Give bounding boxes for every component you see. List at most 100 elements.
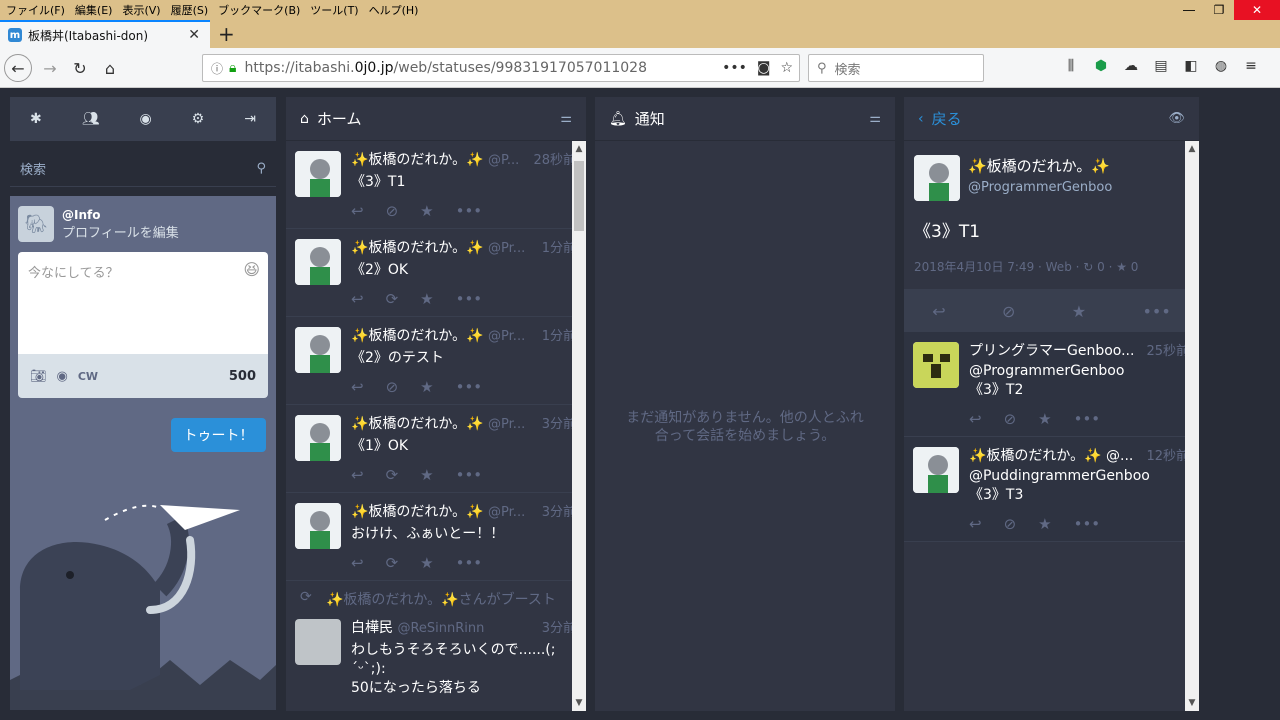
favourite-star-icon[interactable]: ★ <box>1038 515 1051 533</box>
boost-icon[interactable]: ⟳ <box>386 290 399 308</box>
avatar[interactable] <box>913 342 959 388</box>
library-icon[interactable]: ⫼ <box>1062 58 1080 74</box>
edit-profile-link[interactable]: プロフィールを編集 <box>62 222 179 241</box>
timestamp[interactable]: 3分前 <box>542 501 576 520</box>
boost-icon[interactable]: ⟳ <box>386 466 399 484</box>
boost-note-text[interactable]: ✨板橋のだれか。✨さんがブースト <box>326 592 556 608</box>
display-name[interactable]: ✨板橋のだれか。✨ <box>351 152 484 168</box>
timestamp[interactable]: 12秒前 <box>1146 445 1189 464</box>
display-name[interactable]: ✨板橋のだれか。✨ @... <box>969 448 1133 464</box>
extension-cloud-icon[interactable]: ☁ <box>1122 58 1140 74</box>
status-meta[interactable]: 2018年4月10日 7:49 · Web · ↻ 0 · ★ 0 <box>914 258 1189 275</box>
camera-icon[interactable]: 📷︎ <box>30 369 47 384</box>
reply-icon[interactable]: ↩ <box>351 554 364 572</box>
logout-icon[interactable]: ⇥ <box>244 111 256 127</box>
menu-history[interactable]: 履歴(S) <box>171 2 209 18</box>
reply-all-icon[interactable]: ↩ <box>969 515 982 533</box>
scroll-up-icon[interactable]: ▲ <box>1185 141 1199 157</box>
menu-edit[interactable]: 編集(E) <box>75 2 113 18</box>
tab-close-icon[interactable]: ✕ <box>188 27 200 43</box>
display-name[interactable]: ✨板橋のだれか。✨ <box>351 416 484 432</box>
favourite-star-icon[interactable]: ★ <box>1072 302 1086 321</box>
favourite-star-icon[interactable]: ★ <box>420 466 433 484</box>
reply-icon[interactable]: ↩ <box>351 202 364 220</box>
more-icon[interactable]: ••• <box>1074 410 1101 428</box>
notifications-header[interactable]: 🔔︎ 通知 ⚌ <box>595 97 895 141</box>
favourite-star-icon[interactable]: ★ <box>420 378 433 396</box>
reply-status[interactable]: プリングラマーGenboo... 25秒前 @ProgrammerGenboo 《… <box>904 332 1199 437</box>
display-name[interactable]: プリングラマーGenboo... <box>969 343 1134 359</box>
browser-tab[interactable]: m 板橋丼(Itabashi-don) ✕ <box>0 20 210 48</box>
compose-textarea[interactable]: 今なにしてる？ 😆︎ <box>18 252 268 354</box>
forward-arrow-icon[interactable]: → <box>36 54 64 82</box>
home-header[interactable]: ⌂ ホーム ⚌ <box>286 97 586 141</box>
column-settings-icon[interactable]: ⚌ <box>869 111 881 126</box>
avatar[interactable] <box>295 151 341 197</box>
column-settings-icon[interactable]: ⚌ <box>560 111 572 126</box>
extension-shield-icon[interactable]: ⬢ <box>1092 58 1110 74</box>
favourite-star-icon[interactable]: ★ <box>1038 410 1051 428</box>
emoji-picker-icon[interactable]: 😆︎ <box>243 260 260 279</box>
avatar[interactable] <box>914 155 960 201</box>
status-item[interactable]: ✨板橋のだれか。✨ @Pr... 1分前 《2》のテスト ↩ ⊘ ★ ••• <box>286 317 586 405</box>
restore-icon[interactable]: ❐ <box>1204 0 1234 20</box>
federated-timeline-icon[interactable]: ◉ <box>139 111 151 127</box>
back-arrow-icon[interactable]: ← <box>4 54 32 82</box>
reply-all-icon[interactable]: ↩ <box>969 410 982 428</box>
timestamp[interactable]: 3分前 <box>542 617 576 636</box>
back-button[interactable]: 戻る <box>932 108 962 129</box>
extension-terminal-icon[interactable]: ▤ <box>1152 58 1170 74</box>
back-chevron-icon[interactable]: ‹ <box>918 111 924 127</box>
status-item[interactable]: 白樺民 @ReSinnRinn 3分前 わしもうそろそろいくので......(;´… <box>286 609 586 711</box>
more-icon[interactable]: ••• <box>456 202 483 220</box>
sidebar-icon[interactable]: ◧ <box>1182 58 1200 74</box>
close-window-icon[interactable]: ✕ <box>1234 0 1280 20</box>
boost-icon[interactable]: ⟳ <box>386 554 399 572</box>
scroll-thumb[interactable] <box>574 161 584 231</box>
local-timeline-icon[interactable]: 👥︎ <box>82 111 100 127</box>
reply-icon[interactable]: ↩ <box>351 378 364 396</box>
search-input[interactable]: ⚲ 検索 <box>808 54 984 82</box>
status-item[interactable]: ✨板橋のだれか。✨ @P... 28秒前 《3》T1 ↩ ⊘ ★ ••• <box>286 141 586 229</box>
avatar[interactable] <box>295 619 341 665</box>
timestamp[interactable]: 28秒前 <box>533 149 576 168</box>
more-icon[interactable]: ••• <box>456 708 483 711</box>
favourite-star-icon[interactable]: ★ <box>420 290 433 308</box>
status-item[interactable]: ✨板橋のだれか。✨ @Pr... 3分前 おけけ、ふぁいとー！！ ↩ ⟳ ★ ••• <box>286 493 586 581</box>
timestamp[interactable]: 1分前 <box>542 325 576 344</box>
more-icon[interactable]: ••• <box>456 290 483 308</box>
reply-icon[interactable]: ↩ <box>351 466 364 484</box>
avatar[interactable] <box>295 415 341 461</box>
more-icon[interactable]: ••• <box>1142 302 1170 321</box>
menu-file[interactable]: ファイル(F) <box>6 2 65 18</box>
pocket-icon[interactable]: ◙ <box>757 60 771 76</box>
bookmark-star-icon[interactable]: ☆ <box>780 60 793 76</box>
menu-view[interactable]: 表示(V) <box>122 2 160 18</box>
hamburger-menu-icon[interactable]: ≡ <box>1242 58 1260 74</box>
reply-icon[interactable]: ↩ <box>932 302 945 321</box>
eye-icon[interactable]: 👁︎ <box>1168 111 1185 126</box>
scroll-up-icon[interactable]: ▲ <box>572 141 586 157</box>
toot-button[interactable]: トゥート！ <box>171 418 266 452</box>
menu-help[interactable]: ヘルプ(H) <box>369 2 419 18</box>
avatar[interactable] <box>913 447 959 493</box>
drawer-search-input[interactable]: 検索 ⚲ <box>10 151 276 187</box>
reply-icon[interactable]: ↩ <box>351 708 364 711</box>
favourite-star-icon[interactable]: ★ <box>420 554 433 572</box>
avatar[interactable]: 🐘︎ <box>18 206 54 242</box>
home-icon[interactable]: ⌂ <box>96 54 124 82</box>
more-icon[interactable]: ••• <box>456 554 483 572</box>
more-icon[interactable]: ••• <box>1074 515 1101 533</box>
privacy-globe-icon[interactable]: ◉ <box>57 369 68 384</box>
boost-icon[interactable]: ⟳ <box>386 708 399 711</box>
cw-toggle[interactable]: CW <box>78 370 98 383</box>
reply-icon[interactable]: ↩ <box>351 290 364 308</box>
detail-scrollbar[interactable]: ▲ ▼ <box>1185 141 1199 711</box>
display-name[interactable]: ✨板橋のだれか。✨ <box>351 240 484 256</box>
getting-started-icon[interactable]: ✱ <box>30 111 42 127</box>
reply-status[interactable]: ✨板橋のだれか。✨ @... 12秒前 @PuddingrammerGenboo … <box>904 437 1199 542</box>
url-bar[interactable]: ⓘ 🔒︎ https://itabashi. 0j0.jp/web/statuse… <box>202 54 800 82</box>
extension-globe-icon[interactable]: ◍ <box>1212 58 1230 74</box>
status-item[interactable]: ✨板橋のだれか。✨ @Pr... 1分前 《2》OK ↩ ⟳ ★ ••• <box>286 229 586 317</box>
avatar[interactable] <box>295 503 341 549</box>
